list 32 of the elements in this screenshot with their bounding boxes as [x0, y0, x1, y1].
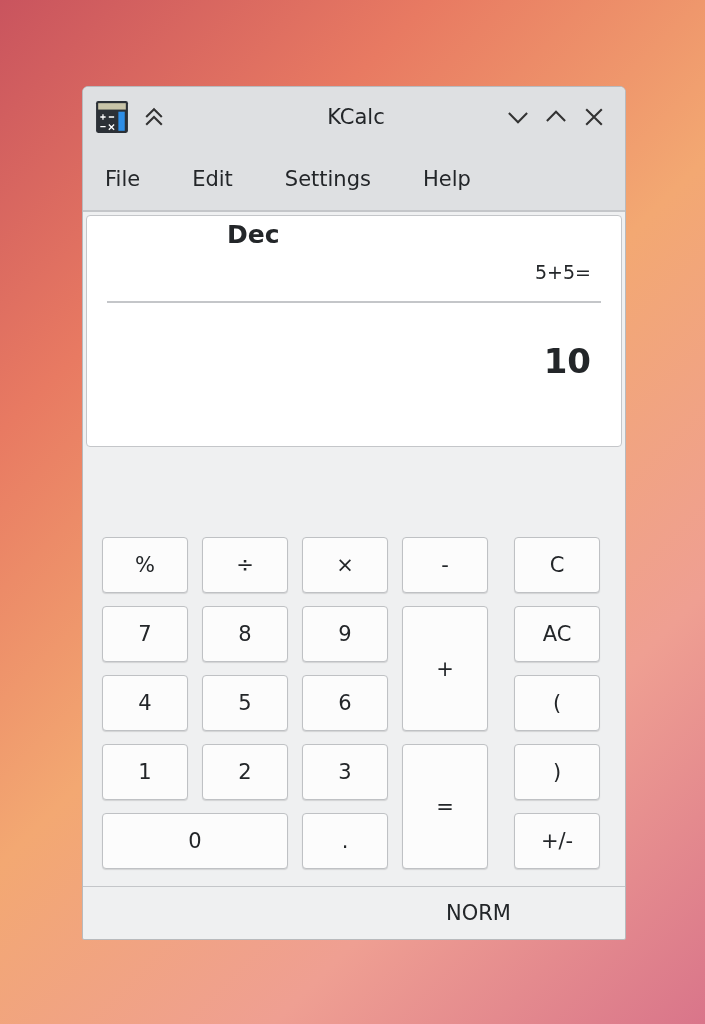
result-text: 10 [543, 341, 591, 381]
calculator-key[interactable]: ) [514, 744, 600, 800]
calculator-key[interactable]: % [102, 537, 188, 593]
calculator-key[interactable]: 1 [102, 744, 188, 800]
calculator-icon[interactable] [95, 100, 129, 134]
calculator-key[interactable]: C [514, 537, 600, 593]
menu-item[interactable]: Edit [184, 166, 241, 191]
calculator-key[interactable]: 4 [102, 675, 188, 731]
menu-item[interactable]: Settings [276, 166, 379, 191]
number-base-label: Dec [227, 220, 281, 249]
calculator-key[interactable]: AC [514, 606, 600, 662]
calculator-key[interactable]: 7 [102, 606, 188, 662]
menu-item[interactable]: File [97, 166, 149, 191]
window-title: KCalc [326, 105, 386, 129]
calculator-key[interactable]: 5 [202, 675, 288, 731]
menu-item[interactable]: Help [414, 166, 479, 191]
calculator-key[interactable]: = [402, 744, 488, 869]
calculator-key[interactable]: 8 [202, 606, 288, 662]
calculator-key[interactable]: - [402, 537, 488, 593]
calculator-key[interactable]: 3 [302, 744, 388, 800]
calculator-key[interactable]: 9 [302, 606, 388, 662]
calculator-key[interactable]: × [302, 537, 388, 593]
calculator-key[interactable]: 0 [102, 813, 288, 869]
expression-text: 5+5= [534, 261, 591, 283]
mode-indicator: NORM [446, 901, 511, 925]
calculator-key[interactable]: + [402, 606, 488, 731]
calculator-key[interactable]: . [302, 813, 388, 869]
calculator-key[interactable]: ÷ [202, 537, 288, 593]
calculator-key[interactable]: 6 [302, 675, 388, 731]
calculator-key[interactable]: ( [514, 675, 600, 731]
calculator-key[interactable]: +/- [514, 813, 600, 869]
calculator-key[interactable]: 2 [202, 744, 288, 800]
